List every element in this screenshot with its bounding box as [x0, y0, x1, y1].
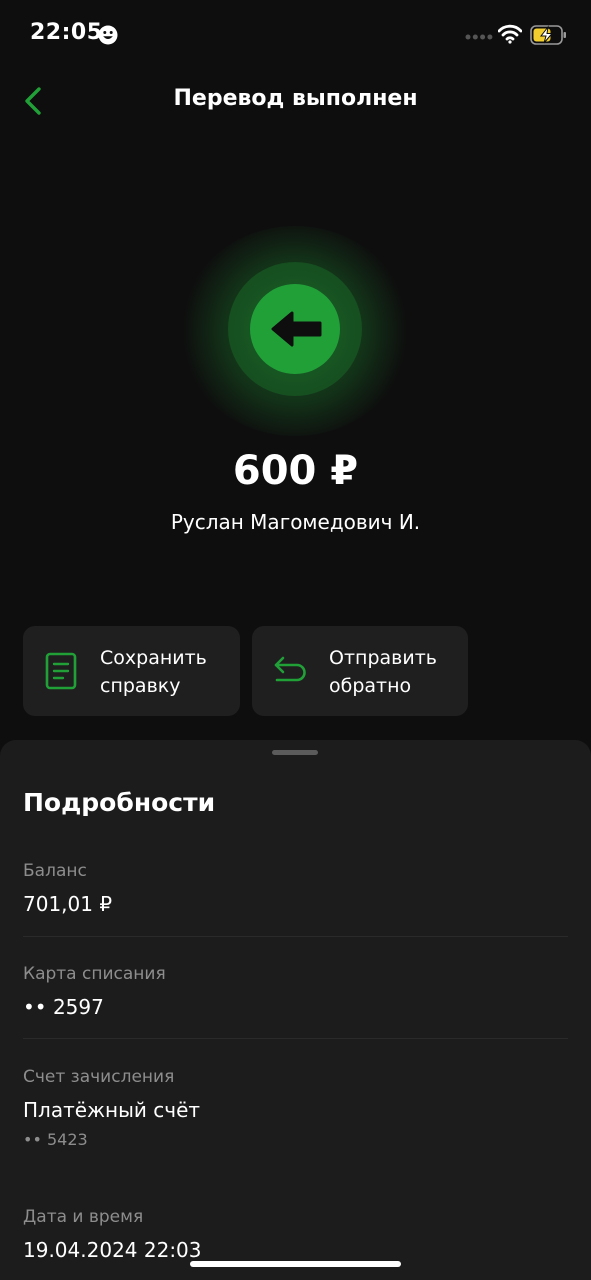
credit-account-number: •• 5423	[23, 1130, 88, 1149]
sheet-handle[interactable]	[272, 750, 318, 755]
send-back-label: Отправить обратно	[329, 647, 437, 697]
save-receipt-button[interactable]: Сохранить справку	[23, 626, 240, 716]
details-sheet: Подробности Баланс 701,01 ₽ Карта списан…	[0, 740, 591, 1280]
transfer-arrow-icon	[271, 311, 322, 347]
divider	[23, 936, 568, 937]
datetime-label: Дата и время	[23, 1207, 144, 1227]
battery-charging-icon	[530, 25, 566, 45]
debit-card-label: Карта списания	[23, 964, 166, 984]
credit-account-label: Счет зачисления	[23, 1067, 175, 1087]
smiley-icon	[98, 25, 118, 45]
balance-label: Баланс	[23, 861, 87, 881]
recipient-name: Руслан Магомедович И.	[170, 510, 421, 534]
datetime-value: 19.04.2024 22:03	[23, 1238, 202, 1262]
details-title: Подробности	[23, 788, 216, 817]
status-time: 22:05	[30, 20, 103, 45]
status-bar: 22:05	[0, 0, 591, 70]
document-icon	[45, 652, 77, 690]
signal-dots-icon	[465, 34, 493, 40]
divider	[23, 1038, 568, 1039]
page-title: Перевод выполнен	[173, 86, 418, 111]
home-indicator[interactable]	[190, 1261, 401, 1267]
return-arrow-icon	[274, 656, 306, 682]
wifi-icon	[498, 24, 522, 44]
balance-value: 701,01 ₽	[23, 892, 113, 916]
credit-account-value: Платёжный счёт	[23, 1098, 201, 1122]
save-receipt-label: Сохранить справку	[100, 647, 207, 697]
transfer-amount: 600 ₽	[232, 448, 359, 494]
debit-card-value: •• 2597	[23, 995, 104, 1019]
send-back-button[interactable]: Отправить обратно	[252, 626, 468, 716]
